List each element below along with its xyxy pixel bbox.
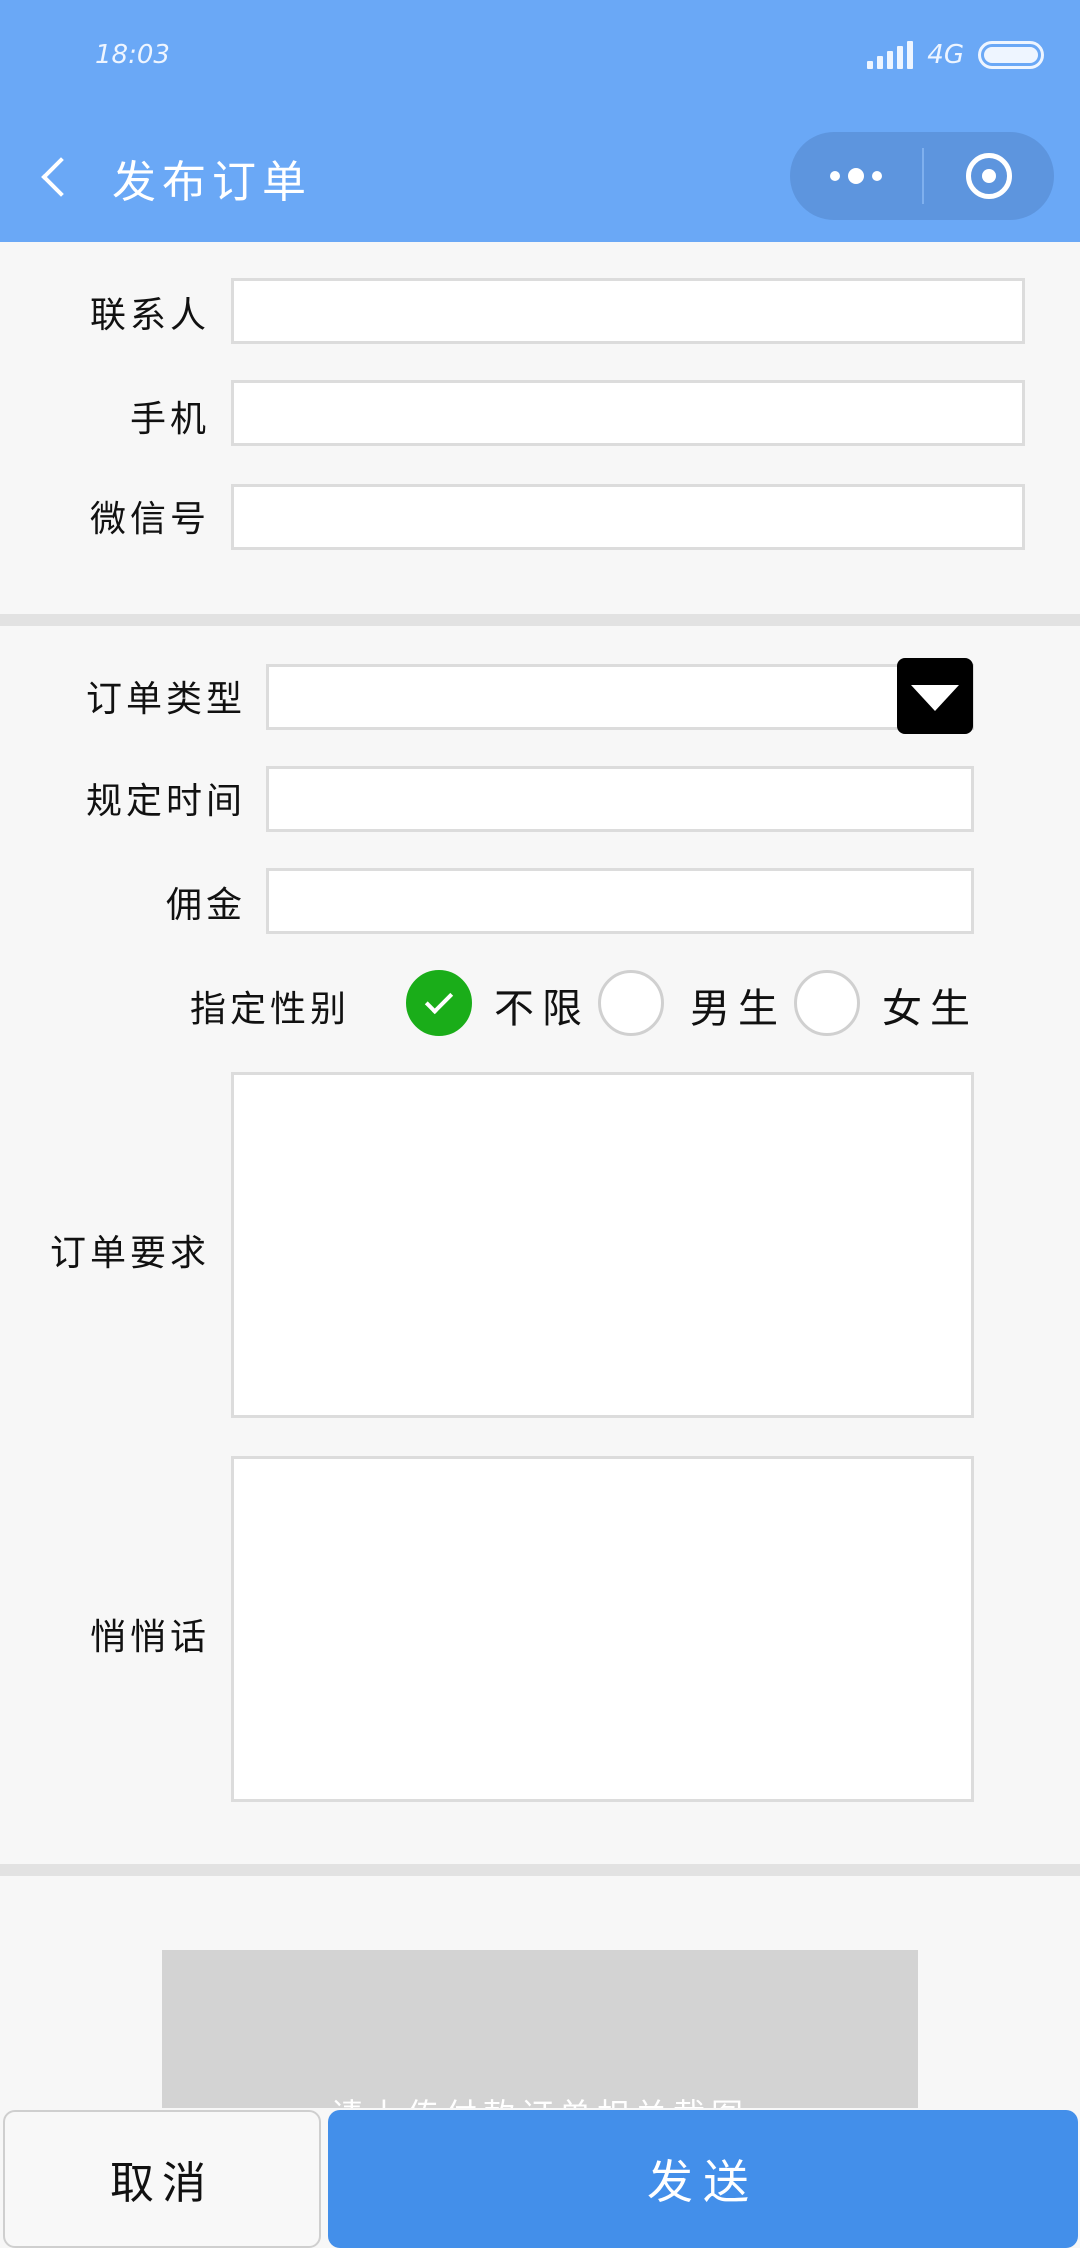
- gender-radio-male[interactable]: [598, 970, 664, 1036]
- time-limit-label: 规定时间: [85, 781, 246, 822]
- page-title: 发布订单: [112, 157, 312, 208]
- cancel-button[interactable]: 取消: [3, 2110, 321, 2248]
- order-type-label: 订单类型: [85, 679, 246, 720]
- wechat-input[interactable]: [231, 484, 1025, 550]
- section-divider: [0, 614, 1080, 626]
- network-label: 4G: [927, 40, 964, 70]
- chevron-left-icon: [41, 157, 81, 197]
- message-label: 悄悄话: [89, 1617, 210, 1658]
- back-button[interactable]: [30, 148, 81, 206]
- mini-program-capsule: [790, 132, 1054, 220]
- bottom-action-bar: 取消 发送: [0, 2108, 1080, 2248]
- nav-header: 18:03 4G 发布订单: [0, 0, 1080, 242]
- status-icons: 4G: [867, 40, 1044, 70]
- order-type-select[interactable]: [266, 664, 974, 730]
- phone-input[interactable]: [231, 380, 1025, 446]
- send-button[interactable]: 发送: [328, 2110, 1078, 2248]
- gender-option-male: 男生: [690, 986, 786, 1032]
- gender-radio-female[interactable]: [794, 970, 860, 1036]
- message-textarea[interactable]: [231, 1456, 974, 1802]
- contact-label: 联系人: [89, 295, 210, 336]
- requirements-label: 订单要求: [49, 1233, 210, 1274]
- gender-option-female: 女生: [882, 986, 978, 1032]
- gender-option-any: 不限: [494, 986, 590, 1032]
- contact-input[interactable]: [231, 278, 1025, 344]
- gender-label: 指定性别: [190, 989, 351, 1030]
- close-button[interactable]: [924, 132, 1054, 220]
- time-limit-input[interactable]: [266, 766, 974, 832]
- target-icon: [966, 153, 1012, 199]
- caret-down-icon: [911, 685, 959, 711]
- requirements-textarea[interactable]: [231, 1072, 974, 1418]
- wechat-label: 微信号: [89, 499, 210, 540]
- screenshot-upload[interactable]: 请上传付款订单相关截图: [162, 1950, 918, 2134]
- battery-icon: [978, 41, 1044, 69]
- dropdown-arrow-button[interactable]: [897, 658, 973, 734]
- signal-icon: [867, 41, 914, 69]
- commission-label: 佣金: [165, 885, 246, 926]
- commission-input[interactable]: [266, 868, 974, 934]
- gender-radio-any[interactable]: [406, 970, 472, 1036]
- section-divider-2: [0, 1864, 1080, 1876]
- more-button[interactable]: [790, 132, 922, 220]
- check-icon: [424, 985, 454, 1015]
- phone-label: 手机: [129, 399, 210, 440]
- status-time: 18:03: [95, 40, 170, 70]
